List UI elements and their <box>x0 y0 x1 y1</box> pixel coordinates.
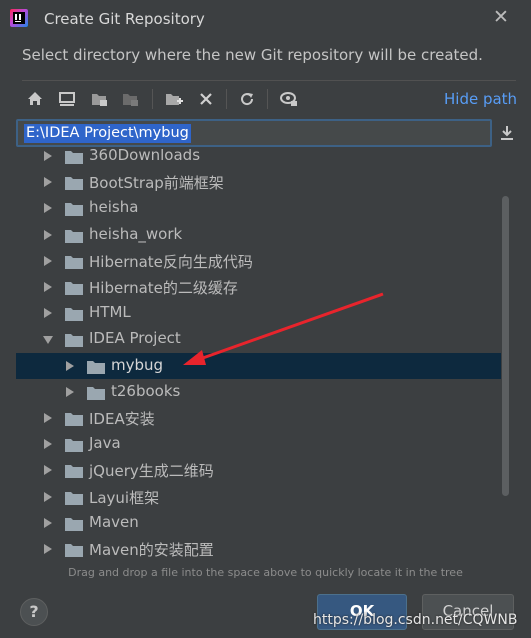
tree-item[interactable]: Hibernate的二级缓存 <box>16 274 501 300</box>
folder-icon <box>87 359 105 374</box>
tree-item[interactable]: 360Downloads <box>16 149 501 169</box>
collapsed-arrow-icon[interactable] <box>44 491 52 502</box>
tree-item[interactable]: Hibernate反向生成代码 <box>16 248 501 274</box>
new-folder-icon[interactable] <box>163 88 185 110</box>
path-input-value: E:\IDEA Project\mybug <box>24 124 191 143</box>
tree-item-label: jQuery生成二维码 <box>89 462 214 481</box>
tree-item[interactable]: Maven <box>16 510 501 536</box>
collapsed-arrow-icon[interactable] <box>44 151 52 161</box>
dialog-description: Select directory where the new Git repos… <box>22 46 483 64</box>
collapsed-arrow-icon[interactable] <box>44 544 52 554</box>
intellij-logo-icon <box>10 9 28 27</box>
folder-icon <box>65 463 83 479</box>
tree-item[interactable]: t26books <box>16 379 501 405</box>
tree-item-label: Maven的安装配置 <box>89 541 214 559</box>
tree-item[interactable]: heisha_work <box>16 222 501 248</box>
toolbar-divider <box>152 89 153 109</box>
collapsed-arrow-icon[interactable] <box>44 255 52 266</box>
collapsed-arrow-icon[interactable] <box>44 203 52 214</box>
tree-item-label: Layui框架 <box>89 488 160 507</box>
drag-drop-hint: Drag and drop a file into the space abov… <box>68 566 463 579</box>
delete-icon[interactable] <box>195 88 217 110</box>
window-title: Create Git Repository <box>44 10 205 28</box>
collapsed-arrow-icon[interactable] <box>44 517 52 528</box>
help-button[interactable]: ? <box>20 598 48 626</box>
folder-icon <box>65 437 83 453</box>
collapsed-arrow-icon[interactable] <box>44 229 52 240</box>
folder-icon <box>87 385 105 400</box>
collapsed-arrow-icon[interactable] <box>44 439 52 450</box>
show-hidden-icon[interactable] <box>278 88 300 110</box>
toolbar-divider <box>226 89 227 109</box>
tree-item-label: t26books <box>111 381 181 400</box>
tree-item[interactable]: IDEA安装 <box>16 405 501 431</box>
tree-item-label: Hibernate反向生成代码 <box>89 252 253 271</box>
tree-item-label: BootStrap前端框架 <box>89 174 224 193</box>
expanded-arrow-icon[interactable] <box>43 336 53 345</box>
tree-item-label: heisha <box>89 198 139 217</box>
tree-item[interactable]: heisha <box>16 195 501 221</box>
tree-scrollbar[interactable] <box>502 196 509 496</box>
close-icon[interactable]: ✕ <box>490 6 512 28</box>
tree-item[interactable]: BootStrap前端框架 <box>16 169 501 195</box>
collapsed-arrow-icon[interactable] <box>44 282 52 292</box>
folder-icon <box>65 542 83 557</box>
desktop-icon[interactable] <box>56 88 78 110</box>
folder-icon <box>65 254 83 269</box>
folder-icon <box>65 280 83 295</box>
hide-path-link[interactable]: Hide path <box>444 90 517 108</box>
divider <box>22 80 516 81</box>
watermark: https://blog.csdn.net/CQWNB <box>313 612 518 628</box>
tree-item[interactable]: Java <box>16 431 501 457</box>
folder-icon <box>65 228 83 243</box>
tree-item-label: mybug <box>111 355 164 374</box>
tree-item-label: heisha_work <box>89 224 183 243</box>
tree-item[interactable]: jQuery生成二维码 <box>16 457 501 483</box>
tree-item-label: Hibernate的二级缓存 <box>89 279 238 297</box>
collapsed-arrow-icon[interactable] <box>44 308 52 319</box>
tree-item[interactable]: IDEA Project <box>16 326 501 352</box>
tree-item-label: HTML <box>89 303 131 322</box>
project-folder-icon[interactable] <box>89 88 111 110</box>
folder-icon <box>65 411 83 426</box>
tree-item-label: 360Downloads <box>89 149 201 164</box>
download-icon[interactable] <box>495 121 519 145</box>
refresh-icon[interactable] <box>236 88 258 110</box>
tree-item-label: IDEA安装 <box>89 410 155 428</box>
home-icon[interactable] <box>24 88 46 110</box>
tree-item-label: Maven <box>89 512 139 531</box>
tree-item[interactable]: Maven的安装配置 <box>16 536 501 562</box>
folder-icon <box>65 201 83 217</box>
tree-item-label: IDEA Project <box>89 329 181 348</box>
tree-item[interactable]: Layui框架 <box>16 484 501 510</box>
folder-icon <box>65 306 83 322</box>
collapsed-arrow-icon[interactable] <box>44 465 52 476</box>
collapsed-arrow-icon[interactable] <box>44 177 52 188</box>
collapsed-arrow-icon[interactable] <box>44 413 52 423</box>
directory-tree[interactable]: 360Downloads BootStrap前端框架 heisha heisha_wo… <box>16 149 515 562</box>
folder-icon <box>65 149 83 164</box>
folder-icon <box>65 332 83 348</box>
tree-item[interactable]: HTML <box>16 300 501 326</box>
path-input[interactable]: E:\IDEA Project\mybug <box>16 119 492 147</box>
tree-item-label: Java <box>89 434 121 453</box>
folder-icon <box>65 516 83 531</box>
collapsed-arrow-icon[interactable] <box>66 360 74 371</box>
folder-icon <box>65 175 83 191</box>
module-folder-icon[interactable] <box>120 88 142 110</box>
collapsed-arrow-icon[interactable] <box>66 386 74 397</box>
toolbar-divider <box>267 89 268 109</box>
folder-icon <box>65 490 83 505</box>
tree-item[interactable]: mybug <box>16 352 501 379</box>
